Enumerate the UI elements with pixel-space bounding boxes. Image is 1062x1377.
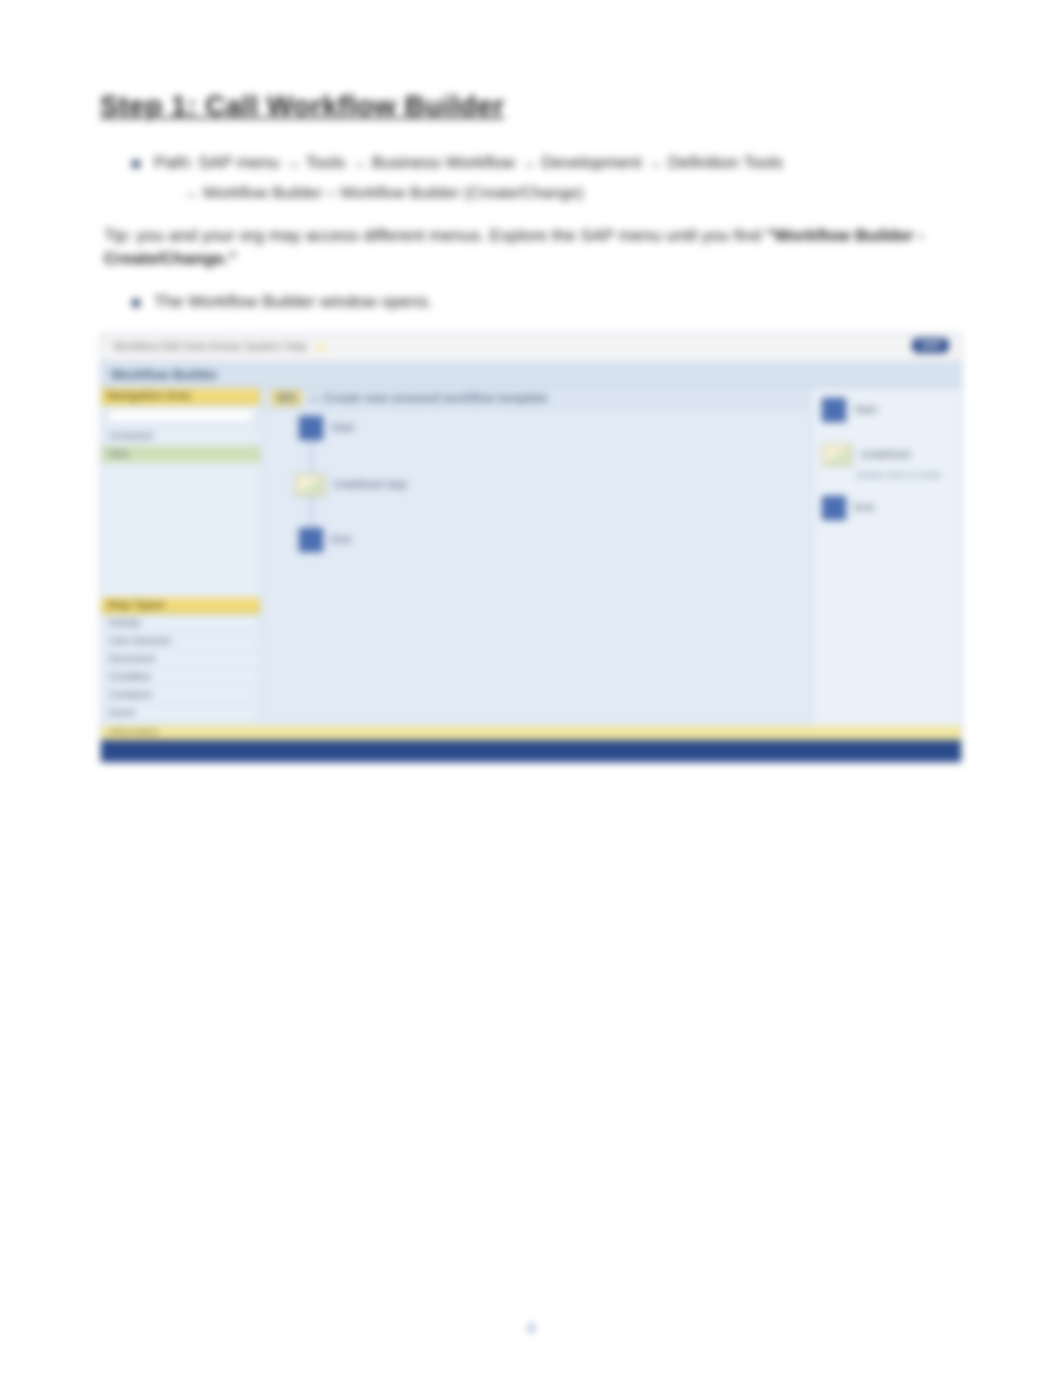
end-node[interactable]: End: [299, 528, 351, 552]
toolbar-highlight-icon: [317, 345, 325, 349]
start-node-icon: [822, 398, 846, 422]
nav-item[interactable]: Unnamed: [101, 427, 260, 445]
step-type-item[interactable]: Activity: [101, 614, 260, 632]
overview-undefined-node[interactable]: Undefined: [822, 444, 951, 466]
start-node-icon: [299, 416, 323, 440]
node-label: End: [854, 502, 874, 514]
panel-header: Navigation Area: [101, 388, 260, 405]
step-type-item[interactable]: Document: [101, 650, 260, 668]
tip-note: Tip: you and your org may access differe…: [104, 224, 962, 272]
step-type-item[interactable]: Container: [101, 686, 260, 704]
canvas-title-text: — Create new unsaved workflow template: [308, 391, 547, 405]
status-bar: [101, 740, 961, 762]
nav-item[interactable]: New: [101, 445, 260, 463]
note-pretext: Tip: you and your org may access differe…: [104, 226, 761, 245]
bullet-text: The Workflow Builder window opens.: [154, 292, 432, 311]
end-node-icon: [822, 496, 846, 520]
sap-screenshot: SAP Workflow Edit Goto Extras System Hel…: [100, 333, 962, 763]
overview-start-node[interactable]: Start: [822, 398, 951, 422]
undefined-step-node[interactable]: Undefined step: [295, 474, 407, 496]
menu-bar[interactable]: Workflow Edit Goto Extras System Help: [101, 334, 961, 362]
menu-text[interactable]: Workflow Edit Goto Extras System Help: [109, 339, 311, 355]
overview-hint: double-click to create: [822, 470, 951, 480]
instruction-list: Path: SAP menu → Tools → Business Workfl…: [132, 150, 962, 206]
node-label: Start: [331, 422, 354, 434]
document-page: Step 1: Call Workflow Builder Path: SAP …: [0, 0, 1062, 1377]
list-item: Path: SAP menu → Tools → Business Workfl…: [132, 150, 962, 206]
step-type-item[interactable]: Condition: [101, 668, 260, 686]
workflow-id-input[interactable]: [107, 409, 254, 423]
end-node-icon: [299, 528, 323, 552]
node-label: Undefined: [860, 449, 910, 461]
start-node[interactable]: Start: [299, 416, 354, 440]
node-label: End: [331, 534, 351, 546]
node-label: Undefined step: [333, 479, 407, 491]
workflow-builder-body: Navigation Area Unnamed New Step Types A…: [101, 388, 961, 740]
overview-end-node[interactable]: End: [822, 496, 951, 520]
step-heading: Step 1: Call Workflow Builder: [100, 90, 962, 122]
list-item: The Workflow Builder window opens.: [132, 289, 962, 315]
connector-line: [311, 434, 312, 474]
overview-panel: Start Undefined double-click to create E…: [811, 388, 961, 740]
undefined-node-icon: [822, 444, 852, 466]
instruction-list-2: The Workflow Builder window opens.: [132, 289, 962, 315]
connector-line: [311, 496, 312, 530]
message-bar: Information: [101, 726, 961, 740]
page-number: 4: [527, 1320, 535, 1337]
window-title: Workflow Builder: [101, 362, 961, 388]
navigation-panel: Navigation Area Unnamed New: [101, 388, 260, 463]
node-label: Start: [854, 404, 877, 416]
panel-header: Step Types: [101, 597, 260, 614]
left-column: Navigation Area Unnamed New Step Types A…: [101, 388, 261, 740]
bullet-subtext: → Workflow Builder – Workflow Builder (C…: [182, 182, 962, 206]
sap-logo-badge: SAP: [912, 338, 949, 353]
ws-pill: WS: [271, 390, 302, 406]
undefined-node-icon: [295, 474, 325, 496]
canvas-title: WS — Create new unsaved workflow templat…: [261, 388, 811, 410]
step-types-panel: Step Types Activity User Decision Docume…: [101, 597, 260, 740]
bullet-text: Path: SAP menu → Tools → Business Workfl…: [154, 153, 783, 172]
step-type-item[interactable]: Event: [101, 704, 260, 722]
workflow-canvas[interactable]: WS — Create new unsaved workflow templat…: [261, 388, 811, 740]
step-type-item[interactable]: User Decision: [101, 632, 260, 650]
